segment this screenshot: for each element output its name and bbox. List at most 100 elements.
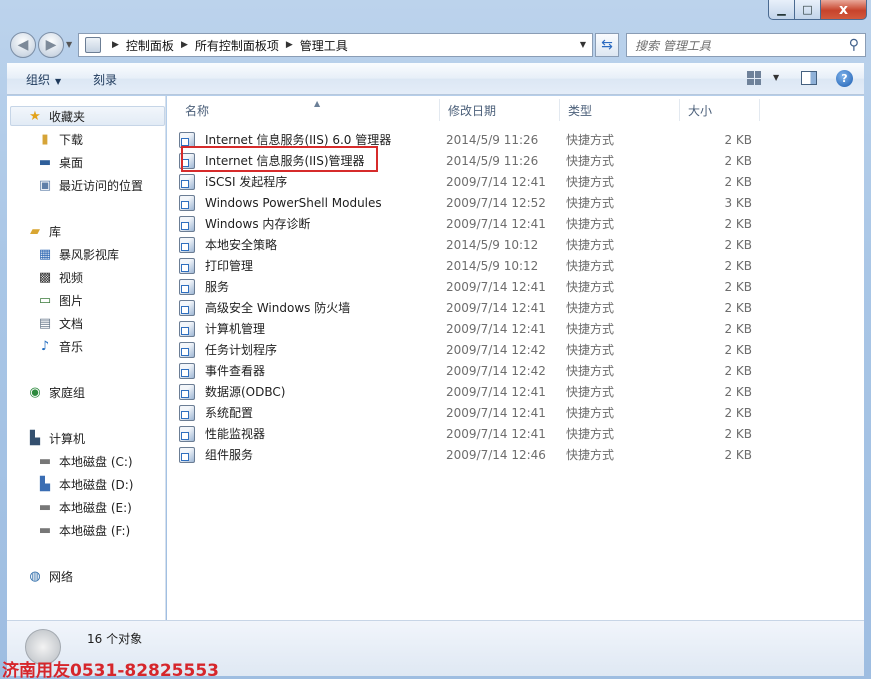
homegroup-icon: ◉ (29, 384, 41, 400)
nav-item-music[interactable]: ♪ 音乐 (37, 336, 83, 356)
file-type: 快捷方式 (566, 406, 615, 420)
organize-menu-button[interactable]: 组织 ▼ (26, 71, 61, 88)
burn-label: 刻录 (93, 73, 118, 87)
nav-item-videos[interactable]: ▩ 视频 (37, 267, 83, 287)
file-row[interactable]: Windows PowerShell Modules 2009/7/14 12:5… (179, 192, 777, 213)
file-row[interactable]: iSCSI 发起程序 2009/7/14 12:41 快捷方式 2 KB (179, 171, 777, 192)
file-size: 2 KB (724, 153, 752, 168)
file-date: 2009/7/14 12:41 (446, 300, 546, 315)
nav-item-documents[interactable]: ▤ 文档 (37, 313, 83, 333)
file-row[interactable]: 组件服务 2009/7/14 12:46 快捷方式 2 KB (179, 444, 777, 465)
refresh-button[interactable]: ⇆ (595, 33, 619, 57)
file-date: 2014/5/9 10:12 (446, 258, 539, 273)
preview-pane-icon[interactable] (801, 71, 817, 85)
nav-drive-d[interactable]: ▙ 本地磁盘 (D:) (37, 474, 133, 494)
maximize-button[interactable]: □ (795, 0, 821, 20)
file-row[interactable]: 高级安全 Windows 防火墙 2009/7/14 12:41 快捷方式 2 KB (179, 297, 777, 318)
file-size: 2 KB (724, 363, 752, 378)
file-row[interactable]: 任务计划程序 2009/7/14 12:42 快捷方式 2 KB (179, 339, 777, 360)
file-size: 2 KB (724, 132, 752, 147)
file-row[interactable]: Windows 内存诊断 2009/7/14 12:41 快捷方式 2 KB (179, 213, 777, 234)
forward-button[interactable]: ▶ (38, 32, 64, 58)
desktop-icon: ▬ (38, 154, 52, 170)
recent-pages-dropdown[interactable]: ▼ (66, 40, 72, 49)
file-date: 2009/7/14 12:46 (446, 447, 546, 462)
back-arrow-icon: ◀ (17, 37, 29, 53)
file-name: 数据源(ODBC) (205, 385, 286, 399)
column-header-date[interactable]: 修改日期 (440, 99, 560, 121)
column-header-label: 大小 (688, 103, 713, 118)
view-options-icon[interactable] (747, 71, 761, 85)
nav-homegroup[interactable]: ◉ 家庭组 (27, 382, 85, 402)
address-dropdown-icon[interactable]: ▼ (580, 40, 586, 49)
file-name: 性能监视器 (205, 427, 266, 441)
help-button[interactable]: ? (836, 70, 853, 87)
search-icon[interactable]: ⚲ (849, 37, 859, 53)
chevron-down-icon: ▼ (55, 77, 62, 86)
file-type: 快捷方式 (566, 196, 615, 210)
file-row[interactable]: 系统配置 2009/7/14 12:41 快捷方式 2 KB (179, 402, 777, 423)
file-type: 快捷方式 (566, 133, 615, 147)
file-row[interactable]: 本地安全策略 2014/5/9 10:12 快捷方式 2 KB (179, 234, 777, 255)
file-row[interactable]: 事件查看器 2009/7/14 12:42 快捷方式 2 KB (179, 360, 777, 381)
nav-item-downloads[interactable]: ▮ 下载 (37, 129, 83, 149)
file-name: 事件查看器 (205, 364, 266, 378)
column-header-type[interactable]: 类型 (560, 99, 680, 121)
search-box[interactable]: 搜索 管理工具 ⚲ (626, 33, 866, 57)
column-header-size[interactable]: 大小 (680, 99, 760, 121)
nav-drive-c[interactable]: ▬ 本地磁盘 (C:) (37, 451, 133, 471)
file-row[interactable]: 性能监视器 2009/7/14 12:41 快捷方式 2 KB (179, 423, 777, 444)
nav-drive-e[interactable]: ▬ 本地磁盘 (E:) (37, 497, 132, 517)
file-size: 2 KB (724, 405, 752, 420)
file-type: 快捷方式 (566, 385, 615, 399)
shortcut-icon (179, 446, 195, 463)
file-row[interactable]: 打印管理 2014/5/9 10:12 快捷方式 2 KB (179, 255, 777, 276)
file-list: 名称 ▲ 修改日期 类型 大小 Internet 信息服务(IIS) 6.0 管… (167, 96, 864, 620)
breadcrumb-separator-icon[interactable]: ▶ (112, 40, 119, 50)
file-row[interactable]: 数据源(ODBC) 2009/7/14 12:41 快捷方式 2 KB (179, 381, 777, 402)
shortcut-icon (179, 299, 195, 316)
shortcut-icon (179, 383, 195, 400)
file-date: 2009/7/14 12:41 (446, 384, 546, 399)
nav-item-pictures[interactable]: ▭ 图片 (37, 290, 83, 310)
navigation-pane: ★ 收藏夹 ▮ 下载 ▬ 桌面 ▣ 最近访问的位置 ▰ 库 ▦ 暴风影视库 ▩ … (7, 96, 166, 620)
downloads-folder-icon: ▮ (41, 131, 49, 147)
close-button[interactable]: x (821, 0, 867, 20)
view-dropdown-icon[interactable]: ▼ (773, 73, 779, 82)
breadcrumb-all-items[interactable]: 所有控制面板项 (195, 37, 279, 54)
drive-icon: ▬ (38, 522, 52, 538)
watermark: 济南用友0531-82825553 (2, 661, 219, 679)
file-date: 2009/7/14 12:41 (446, 174, 546, 189)
nav-item-desktop[interactable]: ▬ 桌面 (37, 152, 83, 172)
shortcut-icon (179, 236, 195, 253)
shortcut-icon (179, 215, 195, 232)
column-header-name[interactable]: 名称 ▲ (177, 99, 440, 121)
nav-drive-f[interactable]: ▬ 本地磁盘 (F:) (37, 520, 130, 540)
nav-network-label: 网络 (49, 569, 74, 584)
breadcrumb-separator-icon[interactable]: ▶ (286, 40, 293, 50)
nav-favorites[interactable]: ★ 收藏夹 (10, 106, 165, 126)
file-row[interactable]: 计算机管理 2009/7/14 12:41 快捷方式 2 KB (179, 318, 777, 339)
minimize-button[interactable]: ▁ (768, 0, 795, 20)
breadcrumb-admin-tools[interactable]: 管理工具 (300, 37, 348, 54)
help-icon: ? (841, 72, 848, 85)
nav-item-baofeng[interactable]: ▦ 暴风影视库 (37, 244, 119, 264)
column-header-label: 名称 (185, 103, 210, 118)
file-size: 3 KB (724, 195, 752, 210)
shortcut-icon (179, 362, 195, 379)
burn-button[interactable]: 刻录 (93, 71, 117, 88)
address-bar[interactable]: ▶ 控制面板 ▶ 所有控制面板项 ▶ 管理工具 ▼ (78, 33, 593, 57)
nav-network[interactable]: ◍ 网络 (27, 566, 73, 586)
forward-arrow-icon: ▶ (45, 37, 57, 53)
nav-libraries[interactable]: ▰ 库 (27, 221, 61, 241)
nav-computer[interactable]: ▙ 计算机 (27, 428, 85, 448)
breadcrumb-separator-icon[interactable]: ▶ (181, 40, 188, 50)
file-row[interactable]: 服务 2009/7/14 12:41 快捷方式 2 KB (179, 276, 777, 297)
breadcrumb-control-panel[interactable]: 控制面板 (126, 37, 174, 54)
back-button[interactable]: ◀ (10, 32, 36, 58)
system-drive-icon: ▙ (40, 476, 50, 492)
file-date: 2009/7/14 12:41 (446, 216, 546, 231)
file-name: 高级安全 Windows 防火墙 (205, 301, 351, 315)
nav-item-recent[interactable]: ▣ 最近访问的位置 (37, 175, 143, 195)
file-size: 2 KB (724, 342, 752, 357)
